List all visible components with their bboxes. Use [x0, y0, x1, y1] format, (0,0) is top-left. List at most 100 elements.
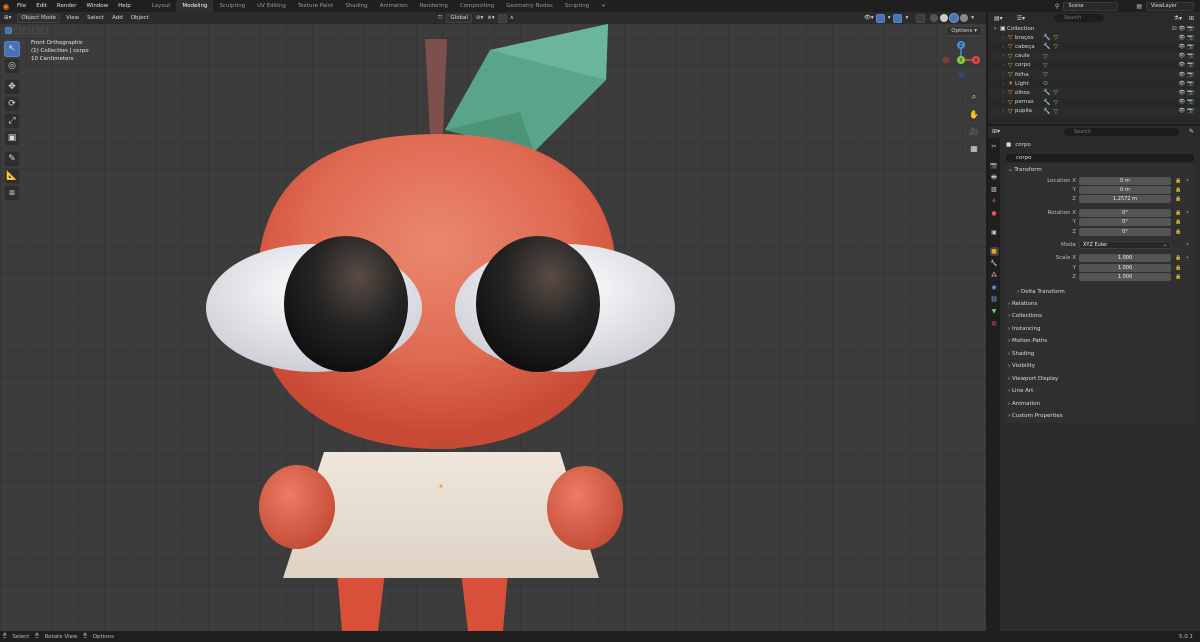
camera-view-icon[interactable]: 🎥 — [967, 124, 981, 138]
apple-character-model[interactable] — [0, 12, 986, 631]
collection-row[interactable]: ▾ ▣ Collection ☑ 👁 📷 — [988, 24, 1200, 34]
mesh-data-icon[interactable]: ▽ — [1053, 89, 1058, 96]
modifier-icon[interactable]: 🔧 — [1043, 43, 1050, 50]
panel-instancing[interactable]: › Instancing — [1004, 323, 1196, 336]
editor-type-icon[interactable]: ⊞▾ — [0, 15, 15, 21]
tool-tab-icon[interactable]: ✂ — [990, 142, 999, 151]
lock-icon[interactable]: 🔒 — [1175, 219, 1181, 225]
pan-hand-icon[interactable]: ✋ — [967, 107, 981, 121]
scene-icon[interactable]: ⚲ — [1055, 3, 1059, 10]
mesh-data-icon[interactable]: ▽ — [1043, 62, 1048, 69]
keyframe-icon[interactable]: • — [1186, 242, 1189, 248]
blender-logo-icon[interactable]: ◉ — [0, 0, 12, 12]
collection-visibility[interactable]: ☑ 👁 📷 — [1172, 26, 1194, 32]
visibility-toggles[interactable]: 👁 📷 — [1178, 108, 1194, 114]
keyframe-icon[interactable]: • — [1186, 210, 1189, 216]
particles-tab-icon[interactable]: ⁂ — [990, 271, 999, 280]
add-workspace-icon[interactable]: + — [595, 0, 612, 12]
menu-window[interactable]: Window — [81, 0, 113, 12]
rendered-shading-icon[interactable] — [960, 14, 969, 22]
world-tab-icon[interactable]: ● — [990, 209, 999, 218]
mesh-data-icon[interactable]: ▽ — [1053, 34, 1058, 41]
annotate-tool-icon[interactable]: ✎ — [4, 151, 20, 167]
properties-editor-icon[interactable]: ⊞▾ — [992, 128, 1000, 135]
pin-icon[interactable]: ✎ — [1189, 128, 1194, 135]
panel-visibility[interactable]: › Visibility — [1004, 361, 1196, 373]
panel-custom-properties[interactable]: › Custom Properties — [1004, 411, 1196, 423]
add-cube-tool-icon[interactable]: ⧈ — [4, 185, 20, 201]
menu-add[interactable]: Add — [108, 15, 127, 21]
wireframe-shading-icon[interactable] — [930, 14, 939, 22]
physics-tab-icon[interactable]: ◉ — [990, 283, 999, 292]
outliner-editor-icon[interactable]: ▤▾ — [988, 15, 1003, 22]
scale-y-field[interactable]: 1.000 — [1079, 263, 1171, 272]
view-layer-icon[interactable]: ▤ — [1136, 3, 1142, 10]
outliner-item[interactable]: › ▽ olhos 🔧 ▽ 👁 📷 — [988, 88, 1200, 98]
tab-animation[interactable]: Animation — [374, 0, 414, 12]
data-tab-icon[interactable]: ▼ — [990, 307, 999, 316]
scale-tool-icon[interactable]: ⤢ — [4, 113, 20, 129]
tab-compositing[interactable]: Compositing — [454, 0, 500, 12]
mesh-data-icon[interactable]: ▽ — [1043, 53, 1048, 60]
lock-icon[interactable]: 🔒 — [1175, 229, 1181, 235]
modifier-icon[interactable]: 🔧 — [1043, 108, 1050, 115]
falloff-icon[interactable]: ∧ — [508, 15, 516, 21]
visibility-toggles[interactable]: 👁 📷 — [1178, 35, 1194, 41]
properties-search-input[interactable]: Search — [1064, 128, 1179, 136]
mesh-data-icon[interactable]: ▽ — [1043, 71, 1048, 78]
location-x-field[interactable]: 0 m — [1079, 176, 1171, 185]
visibility-icon[interactable]: 👁▾ — [863, 15, 875, 21]
menu-object[interactable]: Object — [127, 15, 153, 21]
navigation-gizmo[interactable]: Z X Y — [940, 39, 982, 81]
lock-icon[interactable]: 🔒 — [1175, 178, 1181, 184]
mesh-data-icon[interactable]: ▽ — [1053, 43, 1058, 50]
panel-collections[interactable]: › Collections — [1004, 311, 1196, 323]
tab-geometry-nodes[interactable]: Geometry Nodes — [500, 0, 558, 12]
tab-sculpting[interactable]: Sculpting — [213, 0, 251, 12]
xray-toggle-icon[interactable] — [916, 13, 926, 23]
constraints-tab-icon[interactable]: ⛓ — [990, 295, 999, 304]
scale-x-field[interactable]: 1.000 — [1079, 254, 1171, 263]
overlay-dropdown-icon[interactable]: ▾ — [903, 15, 910, 21]
lock-icon[interactable]: 🔒 — [1175, 187, 1181, 193]
collection-tab-icon[interactable]: ▣ — [990, 228, 999, 237]
render-tab-icon[interactable]: 📷 — [990, 161, 999, 170]
filter-icon[interactable]: ⚗▾ — [1174, 15, 1182, 22]
move-tool-icon[interactable]: ✥ — [4, 79, 20, 95]
tab-rendering[interactable]: Rendering — [414, 0, 454, 12]
object-tab-icon[interactable]: ■ — [989, 247, 999, 256]
outliner-item[interactable]: › ▽ pernas 🔧 ▽ 👁 📷 — [988, 98, 1200, 107]
visibility-toggles[interactable]: 👁 📷 — [1178, 53, 1194, 59]
panel-motion-paths[interactable]: › Motion Paths — [1004, 336, 1196, 348]
location-z-field[interactable]: 1.2572 m — [1079, 195, 1171, 204]
display-mode-icon[interactable]: ☰▾ — [1003, 15, 1025, 22]
select-subtract-icon[interactable] — [23, 27, 30, 34]
modifier-icon[interactable]: 🔧 — [1043, 89, 1050, 96]
transform-header[interactable]: ⌄ Transform — [1004, 164, 1196, 176]
cursor-tool-icon[interactable]: ◎ — [4, 58, 20, 74]
panel-shading[interactable]: › Shading — [1004, 348, 1196, 361]
keyframe-icon[interactable]: • — [1186, 178, 1189, 184]
menu-view[interactable]: View — [62, 15, 83, 21]
location-y-field[interactable]: 0 m — [1079, 186, 1171, 195]
tab-uv-editing[interactable]: UV Editing — [251, 0, 292, 12]
scene-tab-icon[interactable]: ⚘ — [990, 197, 999, 206]
menu-help[interactable]: Help — [113, 0, 136, 12]
material-shading-icon[interactable] — [950, 14, 959, 22]
visibility-toggles[interactable]: 👁 📷 — [1178, 99, 1194, 105]
tab-texture-paint[interactable]: Texture Paint — [292, 0, 340, 12]
lock-icon[interactable]: 🔒 — [1175, 210, 1181, 216]
material-tab-icon[interactable]: ◍ — [990, 319, 999, 328]
panel-line-art[interactable]: › Line Art — [1004, 386, 1196, 398]
view-layer-tab-icon[interactable]: ▨ — [990, 185, 999, 194]
orientation-dropdown[interactable]: Global — [446, 13, 472, 23]
view-layer-field[interactable]: ViewLayer — [1146, 1, 1194, 11]
panel-relations[interactable]: › Relations — [1004, 298, 1196, 311]
output-tab-icon[interactable]: 🖶 — [990, 173, 999, 182]
outliner-item[interactable]: › ▽ folha ▽ 👁 📷 — [988, 69, 1200, 80]
outliner-item[interactable]: › ☀ Light ⊙ 👁 📷 — [988, 79, 1200, 88]
gizmo-dropdown-icon[interactable]: ▾ — [886, 15, 893, 21]
outliner-item[interactable]: › ▽ cabeça 🔧 ▽ 👁 📷 — [988, 42, 1200, 51]
snap-icon[interactable]: ⋔▾ — [485, 15, 496, 21]
menu-select[interactable]: Select — [83, 15, 108, 21]
